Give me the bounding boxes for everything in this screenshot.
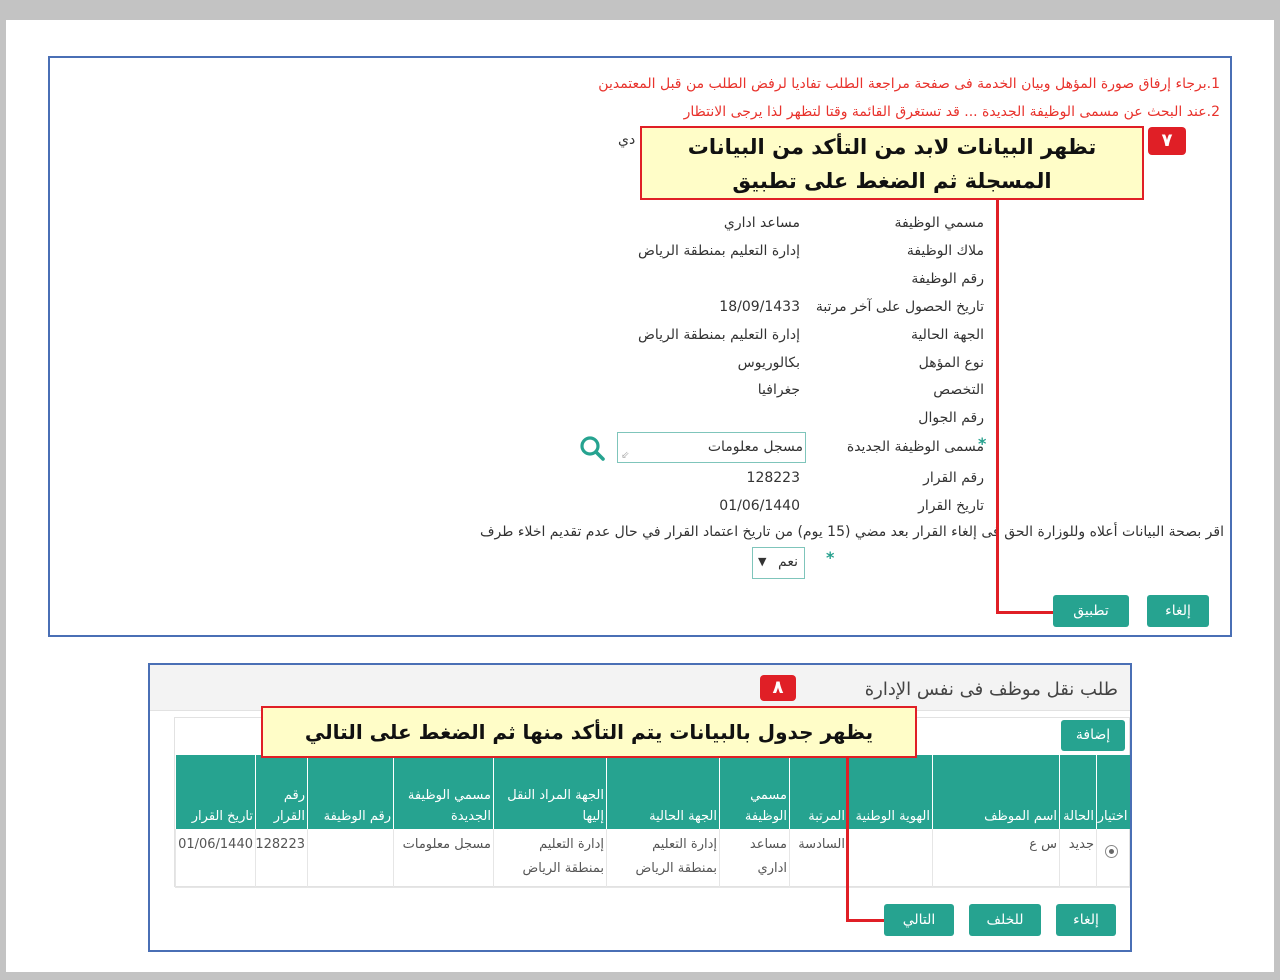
agree-select[interactable]: نعم ▼ — [752, 547, 805, 579]
col-header-decision-number: رقم القرار — [255, 755, 308, 829]
cancel-button[interactable]: إلغاء — [1147, 595, 1209, 627]
field-value-qualification-type: بكالوريوس — [737, 355, 800, 371]
instruction-callout-step8: يظهر جدول بالبيانات يتم التأكد منها ثم ا… — [261, 706, 917, 758]
caret-down-icon: ▼ — [758, 555, 767, 568]
agree-select-value: نعم — [778, 554, 798, 570]
col-header-target-entity: الجهة المراد النقل إليها — [493, 755, 607, 829]
field-value-job-owner: إدارة التعليم بمنطقة الرياض — [637, 243, 800, 259]
field-value-decision-number: 128223 — [746, 470, 800, 486]
back-button[interactable]: للخلف — [969, 904, 1041, 936]
new-job-title-value: مسجل معلومات — [707, 439, 803, 455]
declaration-text: اقر بصحة البيانات أعلاه وللوزارة الحق فى… — [480, 524, 1224, 540]
arrow-line-horizontal — [996, 611, 1053, 614]
note-attach-qualification: 1.برجاء إرفاق صورة المؤهل وبيان الخدمة ف… — [598, 76, 1220, 92]
field-value-decision-date: 01/06/1440 — [719, 498, 800, 514]
table-row: جديد س ع السادسة مساعد اداري إدارة التعل… — [175, 829, 1130, 888]
field-label-job-owner: ملاك الوظيفة — [906, 243, 984, 259]
next-button[interactable]: التالي — [884, 904, 954, 936]
cell-job-title: مساعد اداري — [719, 829, 790, 888]
required-star-agree: * — [826, 548, 835, 567]
field-label-mobile: رقم الجوال — [918, 410, 984, 426]
field-label-job-number: رقم الوظيفة — [911, 271, 984, 287]
field-label-decision-date: تاريخ القرار — [918, 498, 984, 514]
cell-rank: السادسة — [789, 829, 848, 888]
apply-button[interactable]: تطبيق — [1053, 595, 1129, 627]
field-label-decision-number: رقم القرار — [923, 470, 984, 486]
arrow-line-horizontal — [846, 919, 884, 922]
cell-employee-name: س ع — [932, 829, 1060, 888]
add-button[interactable]: إضافة — [1061, 720, 1125, 751]
page-title: طلب نقل موظف فى نفس الإدارة — [864, 679, 1118, 700]
col-header-national-id: الهوية الوطنية — [847, 755, 933, 829]
transfer-request-panel: طلب نقل موظف فى نفس الإدارة ٨ إضافة اختي… — [148, 663, 1132, 952]
field-label-last-rank-date: تاريخ الحصول على آخر مرتبة — [815, 299, 984, 315]
field-label-qualification-type: نوع المؤهل — [918, 355, 984, 371]
col-header-rank: المرتبة — [789, 755, 848, 829]
field-label-current-entity: الجهة الحالية — [910, 327, 984, 343]
row-select-radio[interactable] — [1104, 845, 1118, 858]
col-header-job-number: رقم الوظيفة — [307, 755, 394, 829]
new-job-title-input[interactable]: مسجل معلومات ⇙ — [617, 432, 806, 463]
arrow-line-vertical — [846, 758, 849, 922]
cell-status: جديد — [1059, 829, 1097, 888]
col-header-select: اختيار — [1096, 755, 1130, 829]
partial-label-text: دي — [618, 132, 636, 148]
field-value-last-rank-date: 18/09/1433 — [719, 299, 800, 315]
cell-select — [1096, 829, 1130, 888]
step-badge-8: ٨ — [760, 675, 796, 701]
callout-line2: المسجلة ثم الضغط على تطبيق — [732, 169, 1052, 193]
col-header-new-job-title: مسمي الوظيفة الجديدة — [393, 755, 494, 829]
cell-national-id — [847, 829, 933, 888]
field-value-job-title: مساعد اداري — [723, 215, 800, 231]
cell-new-job-title: مسجل معلومات — [393, 829, 494, 888]
field-label-job-title: مسمي الوظيفة — [894, 215, 984, 231]
field-value-current-entity: إدارة التعليم بمنطقة الرياض — [637, 327, 800, 343]
field-value-specialty: جغرافيا — [757, 382, 800, 398]
employees-table: اختيار الحالة اسم الموظف الهوية الوطنية … — [175, 755, 1130, 888]
search-icon[interactable] — [578, 434, 606, 462]
transfer-data-panel: 1.برجاء إرفاق صورة المؤهل وبيان الخدمة ف… — [48, 56, 1232, 637]
step-badge-7: ٧ — [1148, 127, 1186, 155]
field-label-new-job-title: مسمى الوظيفة الجديدة — [846, 439, 984, 455]
col-header-status: الحالة — [1059, 755, 1097, 829]
table-header-row: اختيار الحالة اسم الموظف الهوية الوطنية … — [175, 755, 1130, 829]
panel-header: طلب نقل موظف فى نفس الإدارة — [150, 665, 1130, 711]
note-search-wait: 2.عند البحث عن مسمى الوظيفة الجديدة ... … — [683, 104, 1220, 120]
col-header-decision-date: تاريخ القرار — [175, 755, 256, 829]
cell-decision-date: 01/06/1440 — [175, 829, 256, 888]
cancel-button[interactable]: إلغاء — [1056, 904, 1116, 936]
instruction-callout-step7: تظهر البيانات لابد من التأكد من البيانات… — [640, 126, 1144, 200]
cell-target-entity: إدارة التعليم بمنطقة الرياض — [493, 829, 607, 888]
cell-decision-number: 128223 — [255, 829, 308, 888]
field-label-specialty: التخصص — [933, 382, 984, 398]
callout-line1: تظهر البيانات لابد من التأكد من البيانات — [687, 135, 1097, 159]
col-header-current-entity: الجهة الحالية — [606, 755, 720, 829]
cell-job-number — [307, 829, 394, 888]
arrow-line-vertical — [996, 200, 999, 614]
cell-current-entity: إدارة التعليم بمنطقة الرياض — [606, 829, 720, 888]
col-header-job-title: مسمي الوظيفة — [719, 755, 790, 829]
col-header-employee-name: اسم الموظف — [932, 755, 1060, 829]
resize-handle-icon: ⇙ — [621, 450, 630, 461]
